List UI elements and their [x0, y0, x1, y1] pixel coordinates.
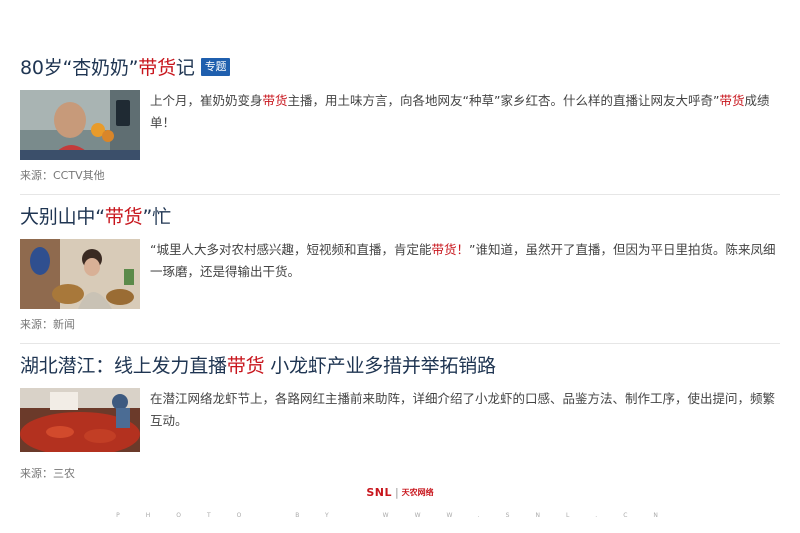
thumbnail-image [20, 388, 140, 452]
title-text[interactable]: 小龙虾产业多措并举拓销路 [264, 355, 496, 377]
title-text[interactable]: ”忙 [142, 206, 171, 228]
news-item: 大别山中“带货”忙 “城里人大多对农村感兴趣，短视频和直播，肯定能带货！”谁知道… [20, 195, 780, 344]
news-item: 80岁“杏奶奶”带货记 专题 上个月，崔奶奶变身带货主播，用土味方言，向各地网友“… [20, 52, 780, 195]
title-text[interactable]: 80岁“杏奶奶” [20, 57, 138, 79]
article-summary: “城里人大多对农村感兴趣，短视频和直播，肯定能带货！”谁知道，虽然开了直播，但因… [150, 239, 780, 283]
article-source: 来源：新闻 [20, 318, 75, 331]
title-text[interactable]: 大别山中“ [20, 206, 105, 228]
article-summary: 上个月，崔奶奶变身带货主播，用土味方言，向各地网友“种草”家乡红杏。什么样的直播… [150, 90, 780, 134]
article-source: 来源：CCTV其他 [20, 169, 105, 182]
summary-highlight: 带货！ [431, 242, 469, 257]
thumbnail-image [20, 239, 140, 309]
summary-highlight: 带货 [262, 93, 288, 108]
summary-highlight: 带货 [719, 93, 745, 108]
article-thumbnail[interactable] [20, 388, 140, 458]
article-thumbnail[interactable] [20, 90, 140, 160]
summary-text: 主播，用土味方言，向各地网友“种草”家乡红杏。什么样的直播让网友大呼奇” [287, 93, 720, 108]
summary-text: 上个月，崔奶奶变身 [150, 93, 263, 108]
article-body: 在潜江网络龙虾节上，各路网红主播前来助阵，详细介绍了小龙虾的口感、品鉴方法、制作… [20, 388, 780, 458]
topic-tag[interactable]: 专题 [200, 57, 231, 76]
watermark-logo: SNL | 天农网络 [0, 486, 800, 500]
article-title[interactable]: 湖北潜江：线上发力直播带货 小龙虾产业多措并举拓销路 [20, 350, 780, 382]
news-list: 80岁“杏奶奶”带货记 专题 上个月，崔奶奶变身带货主播，用土味方言，向各地网友“… [20, 52, 780, 492]
thumbnail-image [20, 90, 140, 160]
article-body: 上个月，崔奶奶变身带货主播，用土味方言，向各地网友“种草”家乡红杏。什么样的直播… [20, 90, 780, 160]
title-highlight[interactable]: 带货 [227, 355, 265, 377]
article-summary: 在潜江网络龙虾节上，各路网红主播前来助阵，详细介绍了小龙虾的口感、品鉴方法、制作… [150, 391, 776, 428]
photo-credit: PHOTO BY WWW.SNL.CN [116, 512, 684, 519]
summary-text: “城里人大多对农村感兴趣，短视频和直播，肯定能 [150, 242, 432, 257]
title-highlight[interactable]: 带货 [105, 206, 143, 228]
title-text[interactable]: 记 [176, 57, 195, 79]
logo-separator: | [394, 486, 399, 499]
article-title[interactable]: 大别山中“带货”忙 [20, 201, 780, 233]
logo-mark: SNL [366, 486, 392, 499]
article-thumbnail[interactable] [20, 239, 140, 309]
title-text[interactable]: 湖北潜江：线上发力直播 [20, 355, 227, 377]
news-item: 湖北潜江：线上发力直播带货 小龙虾产业多措并举拓销路 在潜江网络龙虾节上，各路网… [20, 344, 780, 492]
article-title[interactable]: 80岁“杏奶奶”带货记 专题 [20, 52, 780, 84]
article-body: “城里人大多对农村感兴趣，短视频和直播，肯定能带货！”谁知道，虽然开了直播，但因… [20, 239, 780, 309]
title-highlight[interactable]: 带货 [138, 57, 176, 79]
logo-text: 天农网络 [401, 488, 434, 497]
